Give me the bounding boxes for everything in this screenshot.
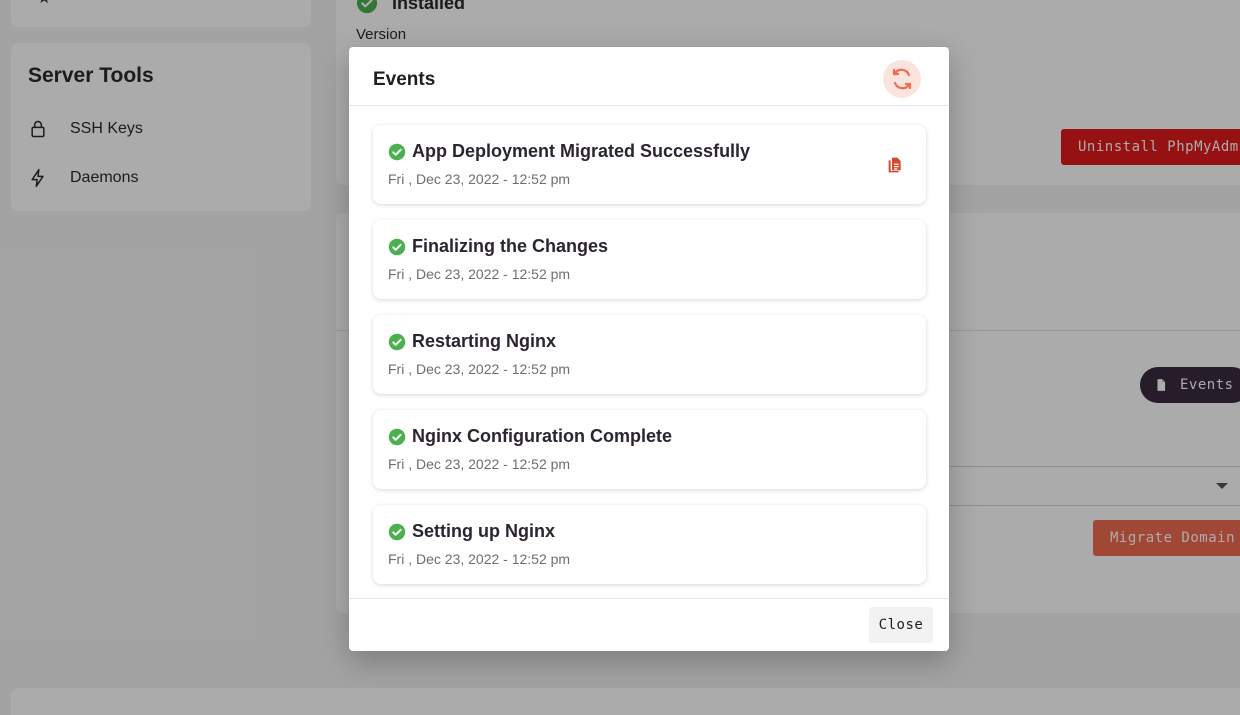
event-date: Fri , Dec 23, 2022 - 12:52 pm <box>388 171 571 187</box>
event-item: Restarting Nginx Fri , Dec 23, 2022 - 12… <box>373 315 926 394</box>
event-title: Nginx Configuration Complete <box>388 426 672 447</box>
event-title: Finalizing the Changes <box>388 236 608 257</box>
event-title: Setting up Nginx <box>388 521 555 542</box>
close-button[interactable]: Close <box>869 607 933 643</box>
document-icon <box>888 157 901 173</box>
event-item: Nginx Configuration Complete Fri , Dec 2… <box>373 410 926 489</box>
event-title-text: Nginx Configuration Complete <box>412 426 672 446</box>
event-date: Fri , Dec 23, 2022 - 12:52 pm <box>388 456 571 472</box>
check-circle-icon <box>388 238 406 255</box>
event-item: Setting up Nginx Fri , Dec 23, 2022 - 12… <box>373 505 926 584</box>
event-title-text: Finalizing the Changes <box>412 236 609 256</box>
check-circle-icon <box>388 523 406 540</box>
check-circle-icon <box>388 428 406 445</box>
event-title-text: Restarting Nginx <box>412 331 557 351</box>
event-title-text: App Deployment Migrated Successfully <box>412 141 751 161</box>
events-modal: Events App Deployment Migrated Successfu… <box>349 47 949 651</box>
event-date: Fri , Dec 23, 2022 - 12:52 pm <box>388 361 571 377</box>
modal-title: Events <box>373 69 436 90</box>
event-date: Fri , Dec 23, 2022 - 12:52 pm <box>388 551 571 567</box>
view-log-button[interactable] <box>883 154 905 176</box>
event-item: Finalizing the Changes Fri , Dec 23, 202… <box>373 220 926 299</box>
modal-header: Events <box>349 47 949 106</box>
refresh-button[interactable] <box>883 60 921 98</box>
event-item: App Deployment Migrated Successfully Fri… <box>373 125 926 204</box>
event-date: Fri , Dec 23, 2022 - 12:52 pm <box>388 266 571 282</box>
event-title-text: Setting up Nginx <box>412 521 555 541</box>
event-title: Restarting Nginx <box>388 331 556 352</box>
check-circle-icon <box>388 143 406 160</box>
event-title: App Deployment Migrated Successfully <box>388 141 750 162</box>
events-list[interactable]: App Deployment Migrated Successfully Fri… <box>349 107 949 598</box>
modal-footer: Close <box>349 598 949 651</box>
check-circle-icon <box>388 333 406 350</box>
refresh-icon <box>892 68 912 90</box>
